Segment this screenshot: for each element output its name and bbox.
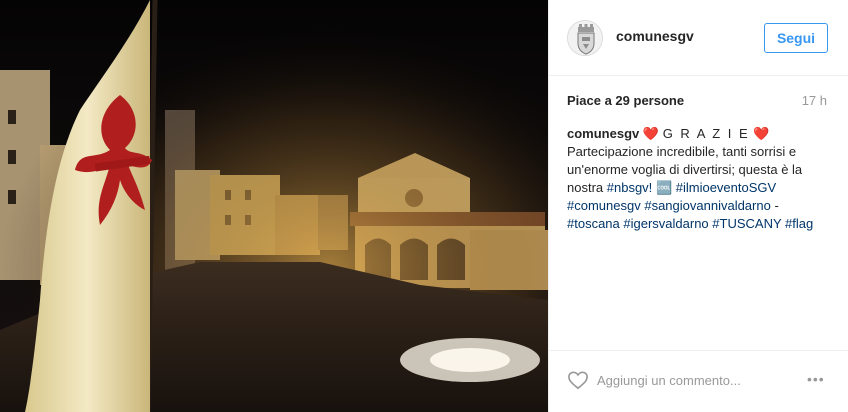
likes-count[interactable]: Piace a 29 persone <box>567 93 684 108</box>
hashtag-link[interactable]: #ilmioeventoSGV <box>676 180 776 195</box>
post-username[interactable]: comunesgv <box>616 28 694 44</box>
cool-emoji-icon: 🆒 <box>655 180 673 195</box>
hashtag-link[interactable]: #sangiovannivaldarno <box>644 198 770 213</box>
hashtag-link[interactable]: #igersvaldarno <box>623 216 708 231</box>
comment-bar: ••• <box>549 350 848 412</box>
caption-username[interactable]: comunesgv <box>567 126 639 141</box>
caption-grazie: G R A Z I E <box>662 126 750 141</box>
hashtag-link[interactable]: #nbsgv! <box>607 180 653 195</box>
night-piazza-photo <box>0 0 548 412</box>
like-button[interactable] <box>567 370 589 390</box>
follow-button[interactable]: Segui <box>764 23 828 53</box>
heart-emoji-icon: ❤️ <box>753 126 770 141</box>
hashtag-link[interactable]: #comunesgv <box>567 198 641 213</box>
heart-emoji-icon: ❤️ <box>642 126 660 141</box>
caption-dash: - <box>774 198 779 213</box>
post-details-panel: comunesgv Segui Piace a 29 persone 17 h … <box>548 0 848 412</box>
hashtag-link[interactable]: #toscana <box>567 216 620 231</box>
post-photo[interactable] <box>0 0 548 412</box>
hashtag-link[interactable]: #TUSCANY <box>712 216 781 231</box>
comment-input[interactable] <box>597 369 797 391</box>
post-header: comunesgv Segui <box>549 0 848 76</box>
avatar[interactable] <box>567 20 603 56</box>
more-options-icon[interactable]: ••• <box>807 372 833 386</box>
post-caption: comunesgv ❤️ G R A Z I E ❤️ Partecipazio… <box>567 125 829 233</box>
hashtag-link[interactable]: #flag <box>785 216 813 231</box>
heart-outline-icon <box>568 371 588 390</box>
post-timestamp[interactable]: 17 h <box>802 93 827 108</box>
municipal-crest-icon <box>568 21 602 55</box>
